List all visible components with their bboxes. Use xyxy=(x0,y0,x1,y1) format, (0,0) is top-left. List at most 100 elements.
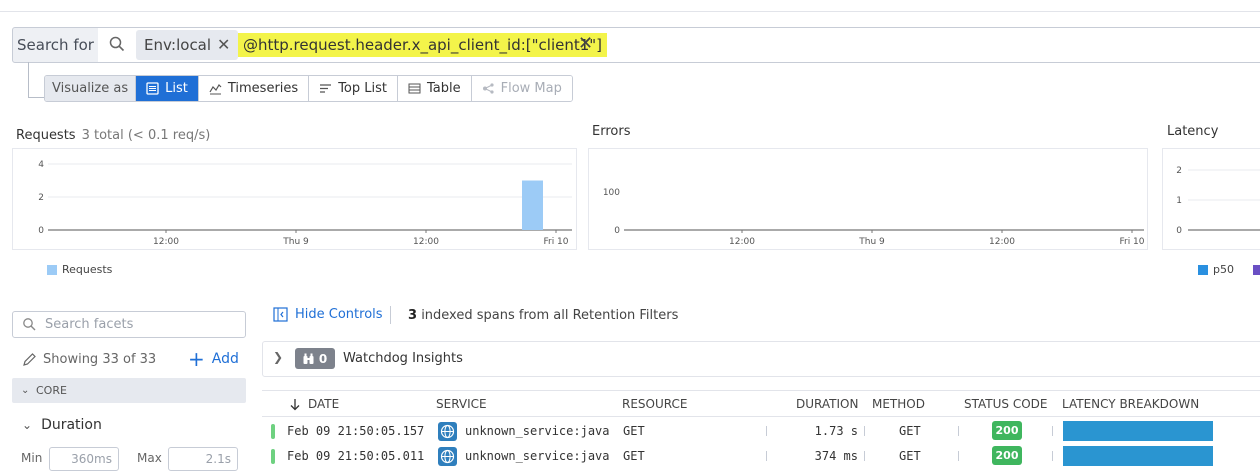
max-duration-input[interactable]: 2.1s xyxy=(168,447,238,471)
viz-table-button[interactable]: Table xyxy=(397,76,472,101)
viz-flowmap-button[interactable]: Flow Map xyxy=(471,76,572,101)
close-icon[interactable]: ✕ xyxy=(217,30,230,60)
y-tick-label: 2 xyxy=(1176,166,1182,176)
add-facet-button[interactable]: + Add xyxy=(188,347,239,371)
env-filter-pill[interactable]: Env:local ✕ xyxy=(136,30,239,60)
binoculars-icon xyxy=(303,353,314,364)
chevron-right-icon: ❯ xyxy=(273,350,284,364)
duration-label: Duration xyxy=(41,417,102,433)
indexed-label: indexed spans from all Retention Filters xyxy=(421,308,679,323)
y-tick-label: 0 xyxy=(1176,226,1182,236)
watchdog-badge: 0 xyxy=(295,348,335,369)
table-row[interactable]: Feb 09 21:50:05.011 unknown_service:java… xyxy=(262,444,1260,468)
cell-method: GET xyxy=(899,424,921,438)
x-tick-label: 12:00 xyxy=(989,237,1015,247)
column-header-method[interactable]: METHOD xyxy=(872,397,925,411)
chevron-down-icon: ⌄ xyxy=(22,418,33,432)
divider xyxy=(864,426,865,436)
search-for-label: Search for xyxy=(12,27,99,63)
chart-title: Requests xyxy=(16,128,76,143)
chart-subtitle: 3 total (< 0.1 req/s) xyxy=(81,128,211,143)
table-row[interactable]: Feb 09 21:50:05.157 unknown_service:java… xyxy=(262,419,1260,443)
showing-facets: Showing 33 of 33 xyxy=(22,352,156,367)
add-label: Add xyxy=(211,351,239,367)
x-tick-label: 12:00 xyxy=(729,237,755,247)
column-header-resource[interactable]: RESOURCE xyxy=(622,397,687,411)
core-label: CORE xyxy=(36,384,67,397)
column-header-duration[interactable]: DURATION xyxy=(796,397,858,411)
cell-date: Feb 09 21:50:05.011 xyxy=(287,449,425,463)
viz-toplist-label: Top List xyxy=(338,81,387,96)
y-tick-label: 100 xyxy=(603,188,620,198)
indexed-spans-text: 3 indexed spans from all Retention Filte… xyxy=(408,308,678,323)
column-header-date[interactable]: DATE xyxy=(290,397,339,411)
min-duration-input[interactable]: 360ms xyxy=(49,447,119,471)
core-section-header[interactable]: ⌄ CORE xyxy=(12,378,246,403)
requests-legend[interactable]: Requests xyxy=(47,263,112,276)
search-icon xyxy=(23,318,36,331)
cell-service: unknown_service:java xyxy=(465,449,610,463)
viz-list-button[interactable]: List xyxy=(136,76,199,101)
x-tick-label: Fri 10 xyxy=(543,237,568,247)
requests-chart: 0 2 4 12:00 Thu 9 12:00 Fri 10 xyxy=(38,160,572,247)
env-filter-label: Env:local xyxy=(144,36,212,54)
latency-legend[interactable]: p50 xyxy=(1198,263,1260,276)
plus-icon: + xyxy=(188,347,205,371)
x-tick-label: Thu 9 xyxy=(282,237,309,247)
y-tick-label: 0 xyxy=(614,226,620,236)
errors-chart: 0 100 12:00 Thu 9 12:00 Fri 10 xyxy=(603,188,1145,247)
duration-facet-header[interactable]: ⌄ Duration xyxy=(22,417,102,433)
close-icon[interactable]: ✕ xyxy=(578,33,593,55)
cell-service: unknown_service:java xyxy=(465,424,610,438)
y-tick-label: 0 xyxy=(38,226,44,236)
viz-timeseries-button[interactable]: Timeseries xyxy=(198,76,310,101)
hide-controls-label: Hide Controls xyxy=(295,307,383,322)
x-tick-label: 12:00 xyxy=(153,237,179,247)
visualize-toggle: Visualize as List Timeseries Top List Ta… xyxy=(44,75,573,102)
viz-table-label: Table xyxy=(426,81,461,96)
x-tick-label: Thu 9 xyxy=(858,237,885,247)
viz-list-label: List xyxy=(165,81,188,96)
column-header-latency-breakdown[interactable]: LATENCY BREAKDOWN xyxy=(1062,397,1199,411)
column-header-service[interactable]: SERVICE xyxy=(436,397,487,411)
globe-icon xyxy=(438,422,457,441)
table-header: DATE SERVICE RESOURCE DURATION METHOD ST… xyxy=(262,390,1260,417)
legend-label: p50 xyxy=(1213,263,1234,276)
pencil-icon[interactable] xyxy=(22,352,37,367)
cell-resource: GET xyxy=(623,424,645,438)
cell-method: GET xyxy=(899,449,921,463)
cell-duration: 374 ms xyxy=(814,449,858,463)
timeseries-icon xyxy=(209,84,222,95)
arrow-down-icon xyxy=(290,398,300,410)
legend-swatch xyxy=(1198,264,1208,275)
search-icon xyxy=(109,36,125,52)
table-icon xyxy=(408,83,421,94)
requests-chart-header: Requests 3 total (< 0.1 req/s) xyxy=(16,124,210,143)
cell-duration: 1.73 s xyxy=(814,424,858,438)
collapse-panel-icon xyxy=(273,307,288,322)
divider xyxy=(1052,426,1053,436)
cell-date: Feb 09 21:50:05.157 xyxy=(287,424,425,438)
status-badge: 200 xyxy=(992,446,1022,465)
latency-bar xyxy=(1063,446,1213,466)
viz-toplist-button[interactable]: Top List xyxy=(309,76,398,101)
divider xyxy=(958,451,959,461)
tree-connector xyxy=(28,97,44,98)
legend-swatch xyxy=(47,264,57,275)
hide-controls-button[interactable]: Hide Controls xyxy=(273,307,383,322)
facet-search-input[interactable]: Search facets xyxy=(12,311,246,338)
watchdog-label: Watchdog Insights xyxy=(343,351,463,366)
divider xyxy=(958,426,959,436)
legend-swatch xyxy=(1252,264,1260,275)
status-indicator xyxy=(271,424,275,439)
latency-chart: 0 1 2 xyxy=(1176,166,1260,236)
y-tick-label: 4 xyxy=(38,160,44,170)
y-tick-label: 1 xyxy=(1176,196,1182,206)
query-filter-pill[interactable]: @http.request.header.x_api_client_id:["c… xyxy=(238,33,608,57)
column-header-status-code[interactable]: STATUS CODE xyxy=(964,397,1047,411)
chevron-down-icon: ⌄ xyxy=(21,385,30,396)
status-badge: 200 xyxy=(992,421,1022,440)
toplist-icon xyxy=(320,84,332,93)
divider xyxy=(1052,451,1053,461)
visualize-label: Visualize as xyxy=(45,76,137,101)
